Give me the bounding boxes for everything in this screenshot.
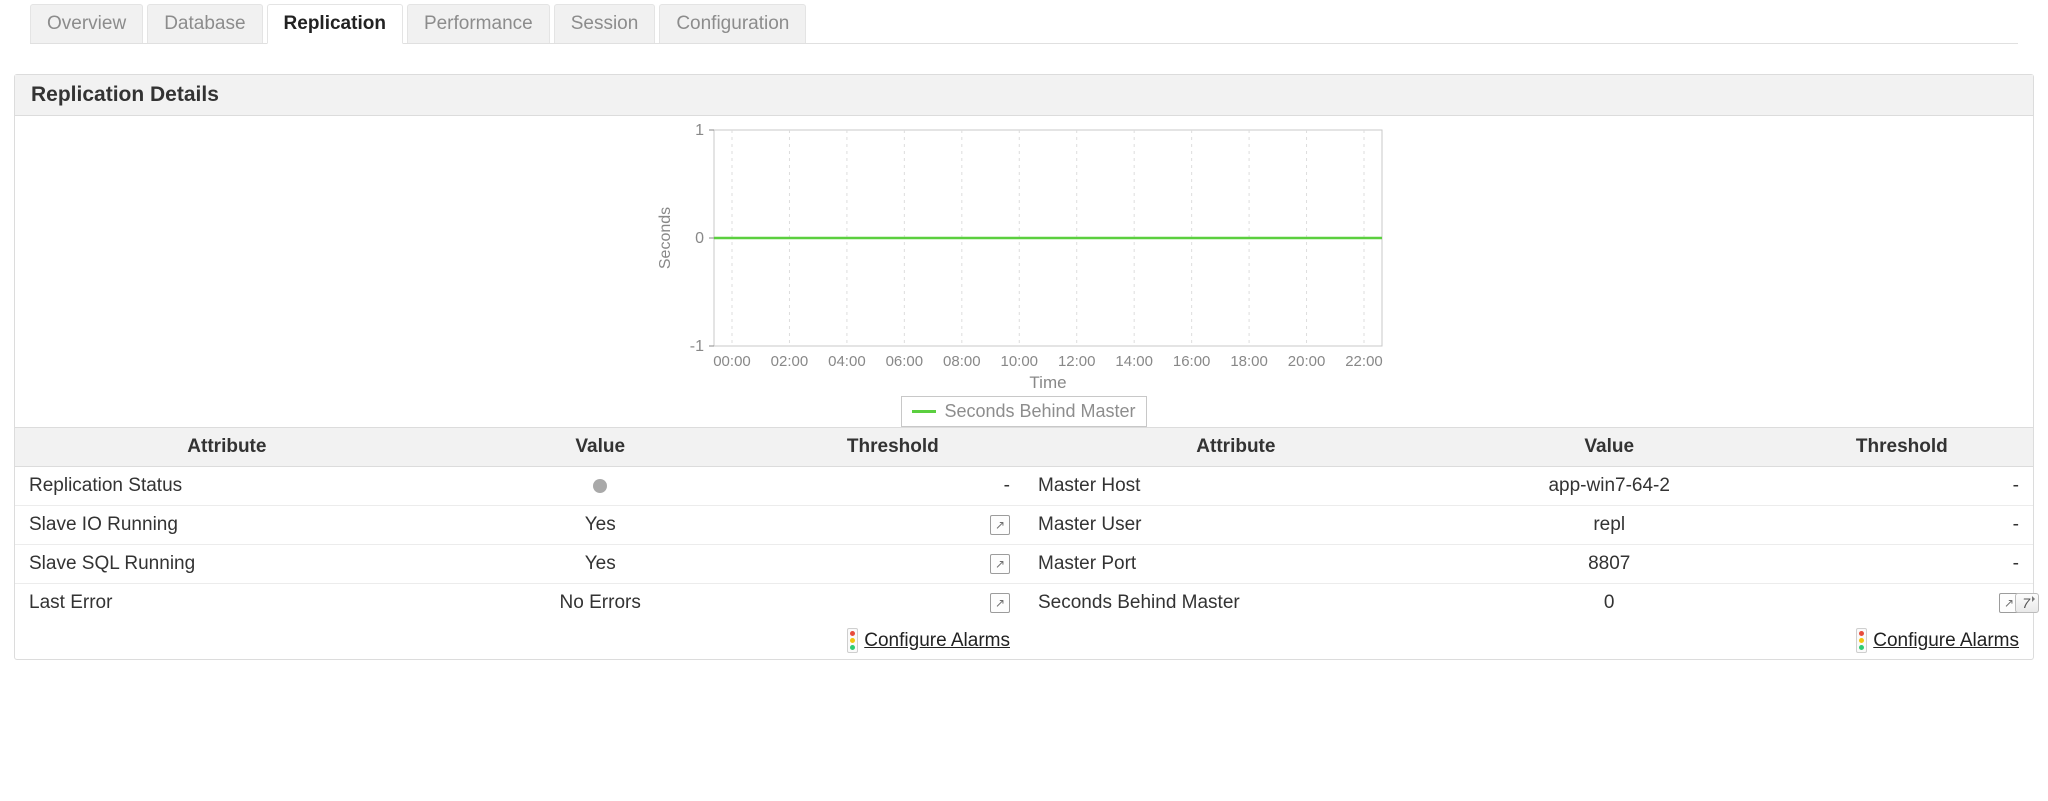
tab-performance[interactable]: Performance (407, 4, 550, 43)
cell-threshold: - (1771, 506, 2033, 544)
table-row: Seconds Behind Master0↗7 (1024, 584, 2033, 622)
svg-text:04:00: 04:00 (828, 353, 866, 370)
cell-threshold: ↗ (762, 506, 1024, 544)
cell-threshold: - (1771, 545, 2033, 583)
svg-text:16:00: 16:00 (1173, 353, 1211, 370)
tab-overview[interactable]: Overview (30, 4, 143, 43)
svg-text:14:00: 14:00 (1115, 353, 1153, 370)
cell-value (439, 467, 762, 505)
table-header: Attribute Value Threshold (15, 427, 1024, 467)
cell-threshold: ↗7 (1771, 584, 2033, 622)
col-value: Value (439, 428, 762, 466)
col-attr: Attribute (15, 428, 439, 466)
popout-icon[interactable]: ↗ (990, 554, 1010, 574)
legend-label: Seconds Behind Master (944, 401, 1135, 422)
cell-attr: Replication Status (15, 467, 439, 505)
traffic-light-icon (847, 628, 858, 653)
threshold-badge[interactable]: 7 (2015, 593, 2039, 613)
svg-text:20:00: 20:00 (1288, 353, 1326, 370)
table-header: Attribute Value Threshold (1024, 427, 2033, 467)
table-row: Replication Status - (15, 467, 1024, 506)
col-thr: Threshold (1771, 428, 2033, 466)
left-table: Attribute Value Threshold Replication St… (15, 427, 1024, 659)
svg-text:0: 0 (695, 230, 704, 247)
tab-bar: OverviewDatabaseReplicationPerformanceSe… (30, 4, 2018, 44)
status-dot-icon (593, 479, 607, 493)
popout-icon[interactable]: ↗ (990, 593, 1010, 613)
cell-value: No Errors (439, 584, 762, 622)
configure-alarms-link[interactable]: Configure Alarms (1873, 630, 2019, 652)
cell-value: app-win7-64-2 (1448, 467, 1771, 505)
legend-swatch-icon (912, 410, 936, 413)
panel-title: Replication Details (15, 75, 2033, 116)
table-row: Master Hostapp-win7-64-2- (1024, 467, 2033, 506)
table-row: Last ErrorNo Errors ↗ (15, 584, 1024, 622)
cell-threshold: ↗ (762, 584, 1024, 622)
svg-text:00:00: 00:00 (713, 353, 751, 370)
svg-text:Time: Time (1029, 373, 1066, 392)
configure-alarms-link[interactable]: Configure Alarms (864, 630, 1010, 652)
col-value: Value (1448, 428, 1771, 466)
configure-alarms-row: Configure Alarms (15, 622, 1024, 659)
svg-text:Seconds: Seconds (657, 207, 674, 269)
table-row: Master Userrepl- (1024, 506, 2033, 545)
tab-database[interactable]: Database (147, 4, 262, 43)
chart-legend: Seconds Behind Master (901, 396, 1146, 427)
cell-attr: Slave IO Running (15, 506, 439, 544)
cell-attr: Seconds Behind Master (1024, 584, 1448, 622)
svg-text:06:00: 06:00 (886, 353, 924, 370)
chart-seconds-behind-master: -1 0 1 Seconds 00:00 02:00 04:00 06:00 08:00 10:0… (15, 116, 2033, 427)
popout-icon[interactable]: ↗ (990, 515, 1010, 535)
svg-text:08:00: 08:00 (943, 353, 981, 370)
cell-value: 8807 (1448, 545, 1771, 583)
cell-attr: Master Host (1024, 467, 1448, 505)
cell-value: Yes (439, 506, 762, 544)
right-table: Attribute Value Threshold Master Hostapp… (1024, 427, 2033, 659)
svg-text:12:00: 12:00 (1058, 353, 1096, 370)
svg-text:1: 1 (695, 122, 704, 139)
col-thr: Threshold (762, 428, 1024, 466)
cell-threshold: ↗ (762, 545, 1024, 583)
cell-value: repl (1448, 506, 1771, 544)
svg-text:22:00: 22:00 (1345, 353, 1383, 370)
details-tables: Attribute Value Threshold Replication St… (15, 427, 2033, 659)
tab-replication[interactable]: Replication (267, 4, 403, 44)
svg-text:-1: -1 (690, 338, 704, 355)
replication-panel: Replication Details -1 0 1 Seconds 00:00 02:0… (14, 74, 2034, 660)
tab-configuration[interactable]: Configuration (659, 4, 806, 43)
svg-text:10:00: 10:00 (1000, 353, 1038, 370)
configure-alarms-row: Configure Alarms (1024, 622, 2033, 659)
tab-session[interactable]: Session (554, 4, 656, 43)
chart-svg: -1 0 1 Seconds 00:00 02:00 04:00 06:00 08:00 10:0… (654, 122, 1394, 394)
cell-value: 0 (1448, 584, 1771, 622)
cell-attr: Master Port (1024, 545, 1448, 583)
cell-threshold: - (1771, 467, 2033, 505)
table-row: Master Port8807- (1024, 545, 2033, 584)
cell-attr: Last Error (15, 584, 439, 622)
col-attr: Attribute (1024, 428, 1448, 466)
svg-text:02:00: 02:00 (771, 353, 809, 370)
table-row: Slave IO RunningYes ↗ (15, 506, 1024, 545)
table-row: Slave SQL RunningYes ↗ (15, 545, 1024, 584)
cell-attr: Master User (1024, 506, 1448, 544)
cell-attr: Slave SQL Running (15, 545, 439, 583)
svg-text:18:00: 18:00 (1230, 353, 1268, 370)
traffic-light-icon (1856, 628, 1867, 653)
cell-value: Yes (439, 545, 762, 583)
cell-threshold: - (762, 467, 1024, 505)
